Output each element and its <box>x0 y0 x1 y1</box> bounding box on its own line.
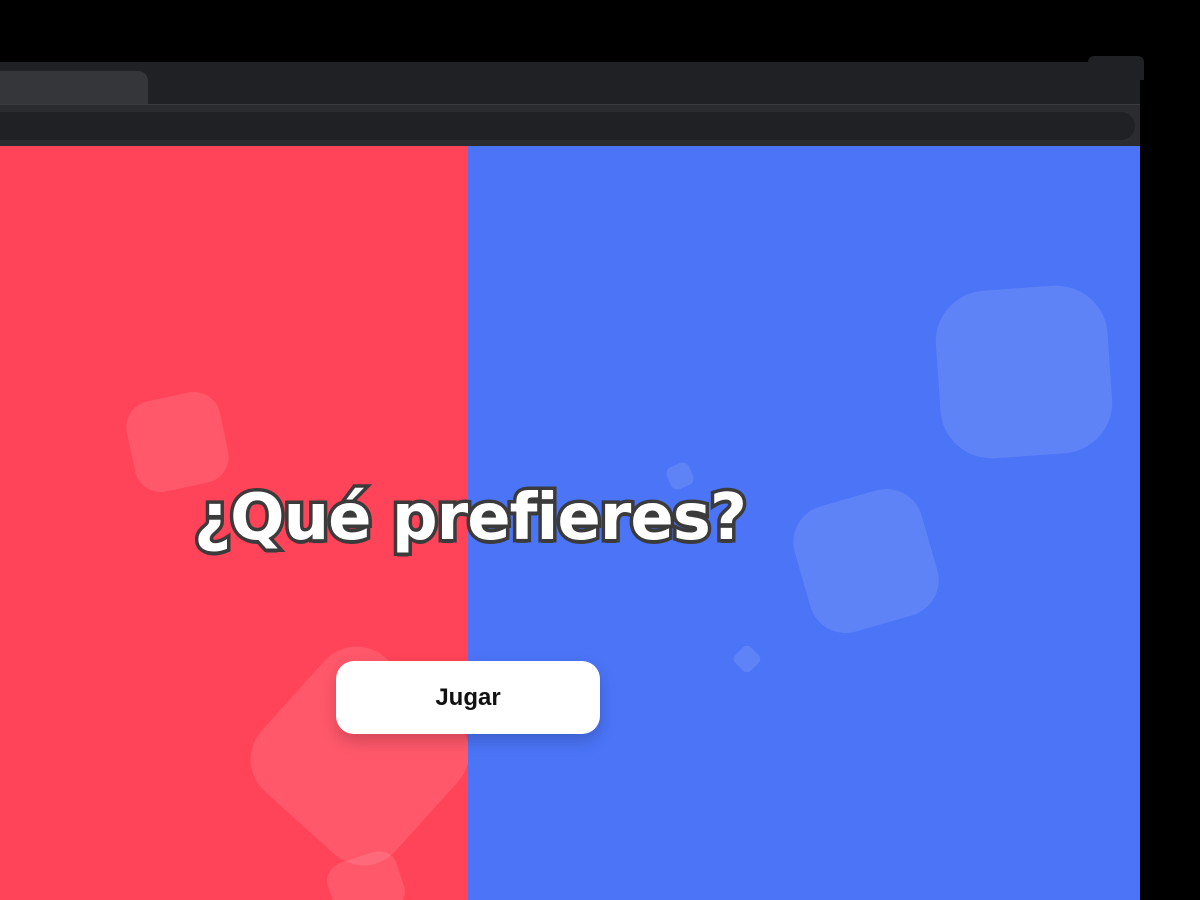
browser-window: ¿Qué prefieres? Jugar <box>0 62 1140 900</box>
decorative-rounded-square <box>932 282 1116 462</box>
browser-tab-strip <box>0 62 1140 104</box>
play-button[interactable]: Jugar <box>336 661 600 734</box>
page-title: ¿Qué prefieres? <box>191 481 751 555</box>
browser-tab[interactable] <box>0 71 148 104</box>
decorative-rounded-square <box>784 480 948 642</box>
browser-toolbar <box>0 104 1140 147</box>
decorative-small-square <box>731 643 763 675</box>
address-bar[interactable] <box>0 112 1135 140</box>
screenshot-stage: ¿Qué prefieres? Jugar <box>0 0 1200 900</box>
game-start-screen: ¿Qué prefieres? Jugar <box>0 146 1140 900</box>
